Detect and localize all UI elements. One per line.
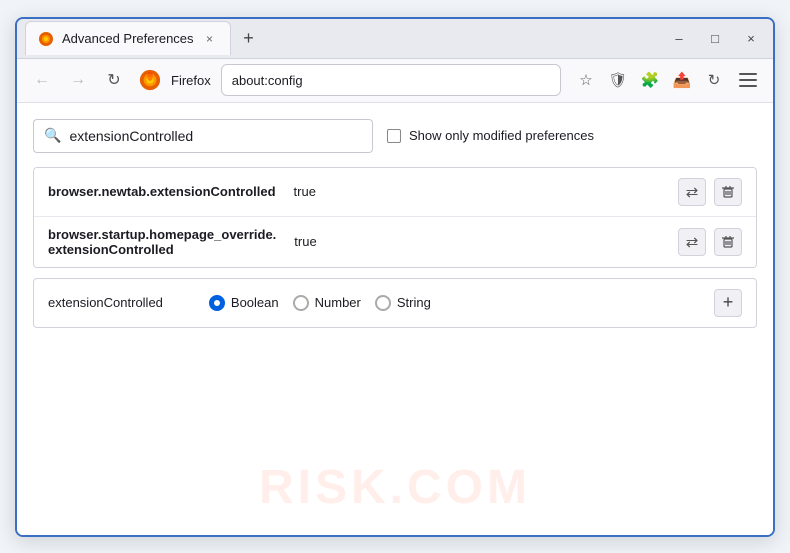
refresh-button[interactable]: ↻ <box>99 65 129 95</box>
content-area: 🔍 extensionControlled Show only modified… <box>17 103 773 535</box>
search-icon: 🔍 <box>44 127 61 144</box>
swap-button-1[interactable]: ⇄ <box>678 178 706 206</box>
back-button[interactable]: ← <box>27 65 57 95</box>
hamburger-line-1 <box>739 73 757 75</box>
address-bar[interactable]: about:config <box>221 64 561 96</box>
search-row: 🔍 extensionControlled Show only modified… <box>33 119 757 153</box>
firefox-brand-label: Firefox <box>171 73 211 88</box>
address-text: about:config <box>232 73 303 88</box>
radio-string[interactable]: String <box>375 295 431 311</box>
browser-tab[interactable]: Advanced Preferences × <box>25 21 231 55</box>
radio-string-label: String <box>397 295 431 310</box>
radio-boolean-label: Boolean <box>231 295 279 310</box>
watermark: RISK.COM <box>259 460 531 515</box>
minimize-button[interactable]: – <box>665 24 693 52</box>
hamburger-line-3 <box>739 85 757 87</box>
show-modified-checkbox[interactable] <box>387 129 401 143</box>
pref-name-2: browser.startup.homepage_override. exten… <box>48 227 276 257</box>
new-tab-button[interactable]: + <box>235 24 263 52</box>
results-table: browser.newtab.extensionControlled true … <box>33 167 757 268</box>
row-2-actions: ⇄ <box>678 228 742 256</box>
window-controls: – □ × <box>665 24 765 52</box>
add-preference-button[interactable]: + <box>714 289 742 317</box>
row-1-actions: ⇄ <box>678 178 742 206</box>
menu-button[interactable] <box>733 67 763 93</box>
hamburger-line-2 <box>739 79 757 81</box>
title-bar: Advanced Preferences × + – □ × <box>17 19 773 59</box>
forward-button[interactable]: → <box>63 65 93 95</box>
sync-icon[interactable]: ↻ <box>701 67 727 93</box>
radio-number[interactable]: Number <box>293 295 361 311</box>
swap-button-2[interactable]: ⇄ <box>678 228 706 256</box>
pref-value-2: true <box>294 234 316 249</box>
search-input-value: extensionControlled <box>69 128 193 144</box>
extension-icon[interactable]: 🧩 <box>637 67 663 93</box>
radio-boolean[interactable]: Boolean <box>209 295 279 311</box>
show-modified-checkbox-row[interactable]: Show only modified preferences <box>387 128 594 143</box>
radio-number-circle <box>293 295 309 311</box>
nav-icons: ☆ 🛡 🧩 📤 ↻ <box>573 67 763 93</box>
radio-number-label: Number <box>315 295 361 310</box>
add-preference-row: extensionControlled Boolean Number Strin… <box>33 278 757 328</box>
firefox-tab-icon <box>38 31 54 47</box>
firefox-logo-icon <box>139 69 161 91</box>
type-radio-group: Boolean Number String <box>209 295 431 311</box>
close-button[interactable]: × <box>737 24 765 52</box>
pref-name-1: browser.newtab.extensionControlled <box>48 184 276 199</box>
delete-button-2[interactable] <box>714 228 742 256</box>
table-row: browser.startup.homepage_override. exten… <box>34 217 756 267</box>
download-icon[interactable]: 📤 <box>669 67 695 93</box>
trash-icon <box>721 185 735 199</box>
search-box[interactable]: 🔍 extensionControlled <box>33 119 373 153</box>
new-pref-name: extensionControlled <box>48 295 163 310</box>
tab-title: Advanced Preferences <box>62 31 194 46</box>
bookmark-icon[interactable]: ☆ <box>573 67 599 93</box>
table-row: browser.newtab.extensionControlled true … <box>34 168 756 217</box>
nav-bar: ← → ↻ Firefox about:config ☆ 🛡 🧩 📤 ↻ <box>17 59 773 103</box>
shield-icon[interactable]: 🛡 <box>605 67 631 93</box>
browser-window: Advanced Preferences × + – □ × ← → ↻ Fir… <box>15 17 775 537</box>
radio-string-circle <box>375 295 391 311</box>
tab-close-button[interactable]: × <box>202 31 218 47</box>
pref-value-1: true <box>294 184 316 199</box>
maximize-button[interactable]: □ <box>701 24 729 52</box>
delete-button-1[interactable] <box>714 178 742 206</box>
show-modified-label: Show only modified preferences <box>409 128 594 143</box>
radio-boolean-circle <box>209 295 225 311</box>
trash-icon <box>721 235 735 249</box>
